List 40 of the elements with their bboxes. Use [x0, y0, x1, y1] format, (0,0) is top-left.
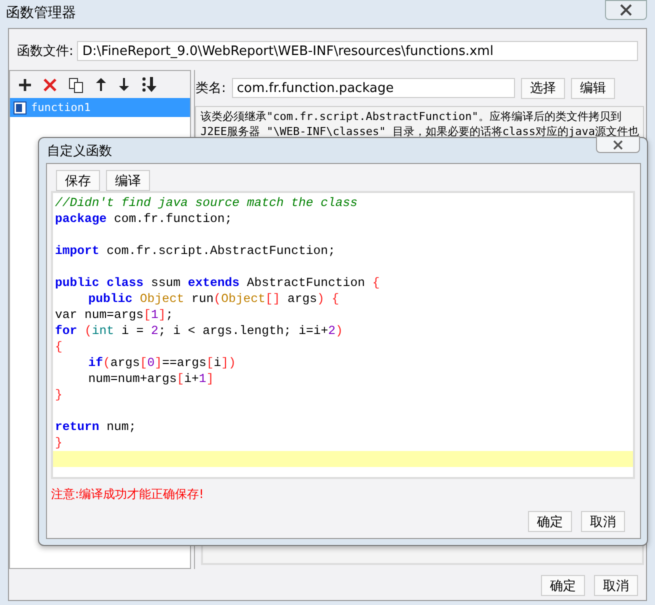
file-icon: [13, 100, 27, 114]
dialog-button[interactable]: 确定: [528, 511, 572, 532]
close-button[interactable]: [605, 0, 647, 20]
warning-text: 注意:编译成功才能正确保存!: [51, 486, 205, 503]
code-line: for (int i = 2; i < args.length; i=i+2): [54, 323, 344, 339]
copy-icon[interactable]: [68, 76, 84, 92]
class-name-field[interactable]: com.fr.function.package: [232, 78, 515, 98]
close-button[interactable]: [596, 136, 640, 153]
class-name-label: 类名:: [195, 80, 226, 97]
window-title: 函数管理器: [6, 4, 76, 22]
code-line: public class ssum extends AbstractFunction {: [54, 275, 381, 291]
dialog-button[interactable]: 取消: [594, 575, 638, 596]
arrow-down-icon[interactable]: [118, 77, 130, 92]
class-action-button[interactable]: 编辑: [570, 78, 615, 98]
code-line: }: [54, 435, 64, 451]
code-line: var num=args[1];: [54, 307, 174, 323]
code-line: import com.fr.script.AbstractFunction;: [54, 243, 336, 259]
sort-icon[interactable]: [141, 76, 159, 93]
file-path-field[interactable]: D:\FineReport_9.0\WebReport\WEB-INF\resources\functions.xml: [77, 41, 638, 61]
arrow-up-icon[interactable]: [95, 77, 107, 92]
dialog-button[interactable]: 确定: [541, 575, 585, 596]
close-icon: [620, 4, 632, 16]
toolbar-button[interactable]: 编译: [106, 170, 150, 191]
code-line: num=num+args[i+1]: [87, 371, 215, 387]
code-line: public Object run(Object[] args) {: [87, 291, 340, 307]
class-action-button[interactable]: 选择: [520, 78, 565, 98]
code-line: //Didn't find java source match the class: [54, 195, 359, 211]
dialog-button[interactable]: 取消: [581, 511, 625, 532]
dialog-title: 自定义函数: [47, 142, 112, 160]
code-line: }: [54, 387, 64, 403]
add-icon[interactable]: [18, 78, 32, 92]
toolbar-button[interactable]: 保存: [56, 170, 100, 191]
code-line: return num;: [54, 419, 138, 435]
code-line: if(args[0]==args[i]): [87, 355, 237, 371]
close-icon: [613, 140, 623, 150]
code-line: {: [54, 339, 64, 355]
code-line: package com.fr.function;: [54, 211, 234, 227]
code-editor[interactable]: [51, 191, 635, 479]
file-label: 函数文件:: [17, 43, 74, 60]
delete-icon[interactable]: [43, 78, 57, 92]
